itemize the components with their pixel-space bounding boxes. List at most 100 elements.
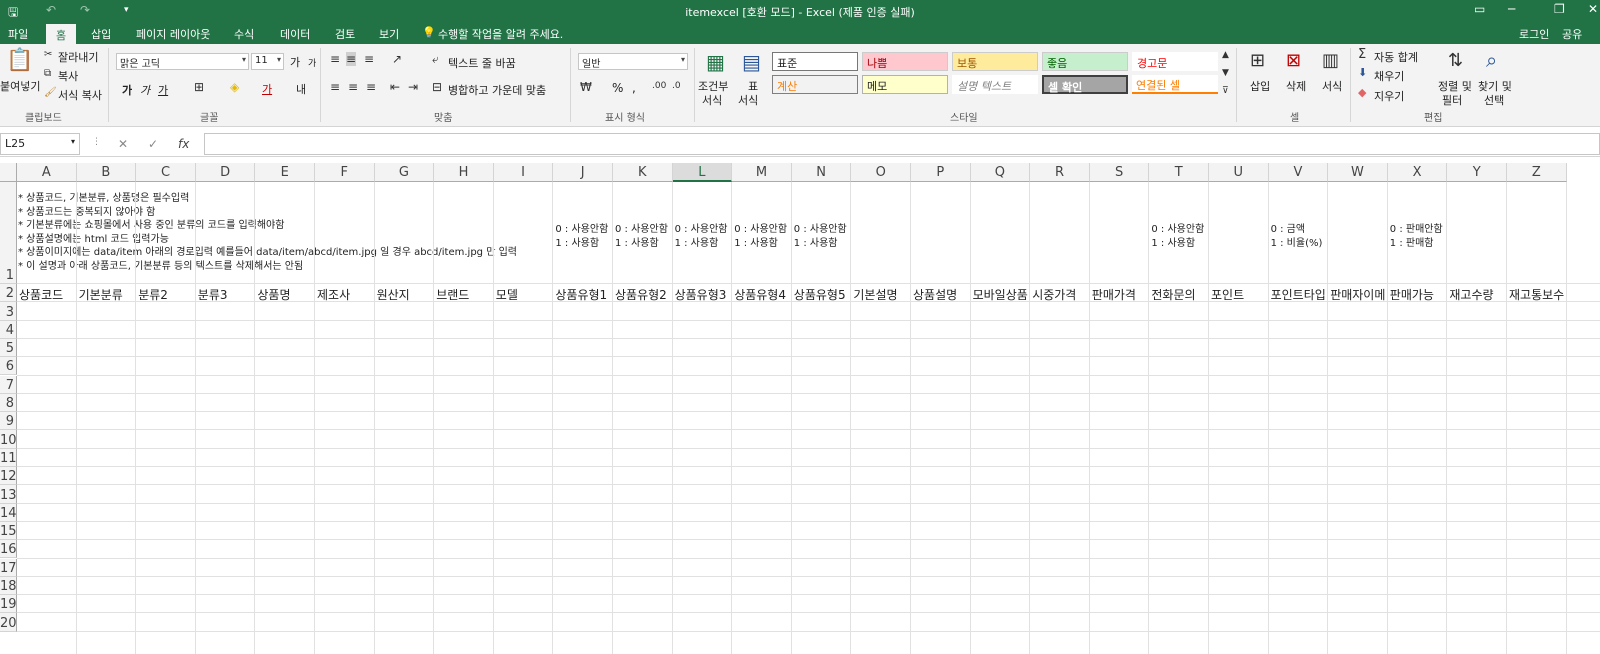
column-header-P[interactable]: P bbox=[911, 163, 971, 182]
italic-button[interactable]: 가 bbox=[140, 82, 150, 98]
column-header-D[interactable]: D bbox=[195, 163, 256, 182]
paste-button[interactable]: 붙여넣기 bbox=[0, 78, 40, 94]
align-bottom-icon[interactable]: ≡ bbox=[364, 52, 374, 66]
style-explanatory[interactable]: 설명 텍스트 bbox=[952, 75, 1038, 94]
column-header-H[interactable]: H bbox=[434, 163, 494, 182]
formula-input[interactable] bbox=[204, 133, 1600, 155]
row-header-4[interactable]: 4 bbox=[0, 320, 17, 339]
sort-filter-icon[interactable]: ⇅ bbox=[1448, 50, 1463, 71]
column-header-J[interactable]: J bbox=[553, 163, 613, 182]
merge-icon[interactable]: ⊟ bbox=[432, 80, 442, 94]
header-cell-R[interactable]: 시중가격 bbox=[1030, 285, 1089, 303]
header-cell-J[interactable]: 상품유형1 bbox=[553, 285, 612, 303]
header-cell-V[interactable]: 포인트타입 bbox=[1269, 285, 1328, 303]
column-header-C[interactable]: C bbox=[136, 163, 196, 182]
style-check-cell[interactable]: 셀 확인 bbox=[1042, 75, 1128, 94]
comma-button[interactable]: , bbox=[632, 81, 636, 95]
column-header-L[interactable]: L bbox=[672, 163, 733, 182]
number-format-combo[interactable]: 일반 ▾ bbox=[578, 53, 688, 70]
column-header-B[interactable]: B bbox=[76, 163, 137, 182]
align-middle-icon[interactable]: ≡ bbox=[346, 52, 357, 66]
header-cell-S[interactable]: 판매가격 bbox=[1090, 285, 1149, 303]
column-header-A[interactable]: A bbox=[17, 163, 77, 182]
styles-more-icon[interactable]: ⊽ bbox=[1222, 86, 1229, 96]
row-header-20[interactable]: 20 bbox=[0, 613, 17, 632]
column-header-X[interactable]: X bbox=[1387, 163, 1448, 182]
tab-formulas[interactable]: 수식 bbox=[234, 26, 254, 42]
row-header-6[interactable]: 6 bbox=[0, 357, 17, 376]
align-top-icon[interactable]: ≡ bbox=[330, 52, 340, 66]
conditional-formatting-icon[interactable]: ▦ bbox=[706, 50, 725, 74]
row-header-3[interactable]: 3 bbox=[0, 302, 17, 321]
wrap-text-icon[interactable]: ⤶ bbox=[432, 52, 439, 67]
styles-scroll-down-icon[interactable]: ▼ bbox=[1222, 68, 1229, 78]
format-painter-icon[interactable]: 🖌 bbox=[44, 87, 57, 98]
cut-button[interactable]: 잘라내기 bbox=[58, 49, 98, 65]
style-warning[interactable]: 경고문 bbox=[1132, 52, 1218, 71]
header-cell-Z[interactable]: 재고통보수 bbox=[1507, 285, 1566, 303]
column-header-N[interactable]: N bbox=[791, 163, 852, 182]
autosum-icon[interactable]: Σ bbox=[1358, 47, 1366, 62]
cut-icon[interactable]: ✂ bbox=[44, 49, 52, 60]
row-header-7[interactable]: 7 bbox=[0, 375, 17, 394]
find-select-icon[interactable]: ⌕ bbox=[1486, 48, 1497, 72]
accounting-format-icon[interactable]: ₩ bbox=[580, 80, 592, 94]
minimize-icon[interactable]: ─ bbox=[1508, 2, 1515, 16]
phonetic-button[interactable]: 내 bbox=[296, 81, 306, 97]
column-header-V[interactable]: V bbox=[1268, 163, 1329, 182]
font-name-combo[interactable]: 맑은 고딕 ▾ bbox=[116, 53, 249, 70]
header-cell-M[interactable]: 상품유형4 bbox=[732, 285, 791, 303]
wrap-text-button[interactable]: 텍스트 줄 바꿈 bbox=[448, 55, 516, 71]
insert-cells-button[interactable]: 삽입 bbox=[1250, 78, 1270, 94]
cancel-icon[interactable]: ✕ bbox=[118, 137, 128, 151]
header-cell-K[interactable]: 상품유형2 bbox=[613, 285, 672, 303]
restore-icon[interactable]: ❐ bbox=[1554, 2, 1565, 16]
row-header-9[interactable]: 9 bbox=[0, 412, 17, 431]
autosum-button[interactable]: 자동 합계 bbox=[1374, 49, 1418, 65]
style-good[interactable]: 좋음 bbox=[1042, 52, 1128, 71]
row-header-1[interactable]: 1 bbox=[0, 182, 17, 284]
spreadsheet-grid[interactable]: * 상품코드, 기본분류, 상품명은 필수입력 * 상품코드는 중복되지 않아야 … bbox=[0, 163, 1600, 654]
header-cell-I[interactable]: 모델 bbox=[494, 285, 553, 303]
enter-icon[interactable]: ✓ bbox=[148, 137, 158, 151]
header-cell-P[interactable]: 상품설명 bbox=[911, 285, 970, 303]
merge-center-button[interactable]: 병합하고 가운데 맞춤 bbox=[448, 82, 546, 98]
bold-button[interactable]: 가 bbox=[122, 82, 132, 98]
column-header-M[interactable]: M bbox=[732, 163, 792, 182]
row-header-18[interactable]: 18 bbox=[0, 576, 17, 596]
column-header-E[interactable]: E bbox=[255, 163, 315, 182]
align-left-icon[interactable]: ≡ bbox=[330, 80, 340, 94]
clear-button[interactable]: 지우기 bbox=[1374, 88, 1404, 104]
row-header-2[interactable]: 2 bbox=[0, 284, 17, 303]
fill-button[interactable]: 채우기 bbox=[1374, 68, 1404, 84]
clear-icon[interactable]: ◆ bbox=[1358, 86, 1366, 99]
row-header-19[interactable]: 19 bbox=[0, 595, 17, 614]
orientation-icon[interactable]: ↗ bbox=[392, 52, 402, 66]
name-box[interactable]: L25 ▾ bbox=[0, 133, 80, 155]
font-size-combo[interactable]: 11 ▾ bbox=[251, 53, 284, 70]
format-as-table-icon[interactable]: ▤ bbox=[742, 50, 761, 74]
insert-cells-icon[interactable]: ⊞ bbox=[1250, 50, 1265, 71]
styles-scroll-up-icon[interactable]: ▲ bbox=[1222, 50, 1229, 60]
row-header-14[interactable]: 14 bbox=[0, 503, 17, 522]
header-cell-L[interactable]: 상품유형3 bbox=[673, 285, 732, 303]
header-cell-U[interactable]: 포인트 bbox=[1209, 285, 1268, 303]
column-header-I[interactable]: I bbox=[493, 163, 554, 182]
insert-function-icon[interactable]: fx bbox=[178, 137, 189, 151]
style-linked-cell[interactable]: 연결된 셀 bbox=[1132, 75, 1218, 94]
underline-button[interactable]: 가 bbox=[158, 82, 168, 98]
header-cell-X[interactable]: 판매가능 bbox=[1388, 285, 1447, 303]
paste-icon[interactable]: 📋 bbox=[6, 48, 33, 73]
select-all-corner[interactable] bbox=[0, 163, 17, 182]
copy-button[interactable]: 복사 bbox=[58, 68, 78, 84]
grow-font-button[interactable]: 가 bbox=[290, 54, 300, 70]
header-cell-B[interactable]: 기본분류 bbox=[77, 285, 136, 303]
find-select-label-2[interactable]: 선택 bbox=[1484, 92, 1504, 108]
percent-button[interactable]: % bbox=[612, 81, 623, 95]
tab-data[interactable]: 데이터 bbox=[280, 26, 310, 42]
header-cell-H[interactable]: 브랜드 bbox=[434, 285, 493, 303]
sort-filter-label-2[interactable]: 필터 bbox=[1442, 92, 1462, 108]
header-cell-N[interactable]: 상품유형5 bbox=[792, 285, 851, 303]
shrink-font-button[interactable]: 가 bbox=[308, 56, 316, 69]
row-header-8[interactable]: 8 bbox=[0, 393, 17, 413]
